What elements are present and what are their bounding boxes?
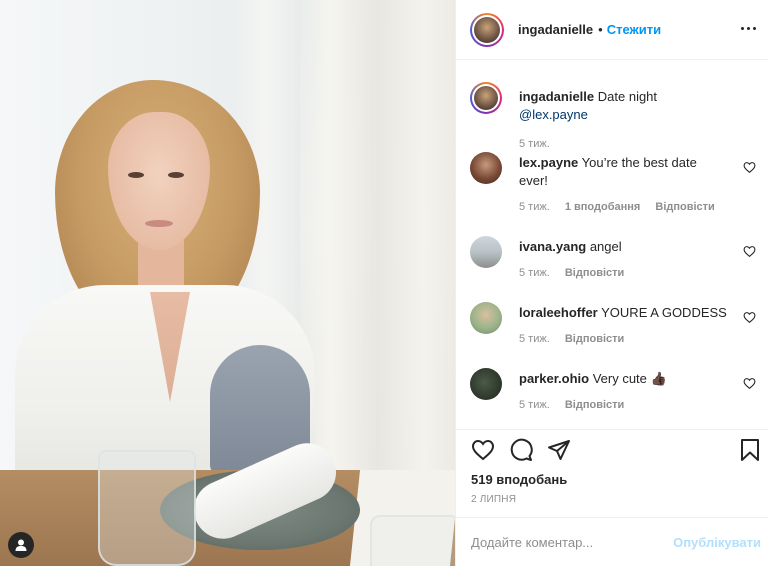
like-comment-heart-icon[interactable]	[743, 245, 756, 258]
commenter-avatar[interactable]	[470, 302, 502, 334]
comment-item: lex.payne You’re the best date ever! 5 т…	[470, 152, 760, 213]
post-header: ingadanielle • Стежити	[456, 0, 768, 60]
author-avatar[interactable]	[470, 12, 504, 47]
photo-subject-eye	[128, 172, 144, 178]
comment-text: parker.ohio Very cute 👍🏿	[519, 370, 729, 388]
publish-button[interactable]: Опублікувати	[673, 535, 761, 550]
commenter-avatar[interactable]	[470, 368, 502, 400]
comment-item: parker.ohio Very cute 👍🏿 5 тиж. Відповіс…	[470, 368, 760, 418]
comment-text: ivana.yang angel	[519, 238, 729, 256]
comment-item: ivana.yang angel 5 тиж. Відповісти	[470, 236, 760, 286]
comment-age[interactable]: 5 тиж.	[519, 267, 550, 279]
like-comment-heart-icon[interactable]	[743, 161, 756, 174]
separator-dot: •	[598, 22, 603, 37]
comment-meta: 5 тиж. Відповісти	[519, 399, 624, 411]
likes-count[interactable]: 519 вподобань	[471, 472, 567, 487]
photo-subject-eye	[168, 172, 184, 178]
reply-button[interactable]: Відповісти	[655, 201, 714, 213]
caption-body: Date night	[597, 89, 658, 104]
caption-meta: 5 тиж.	[519, 138, 562, 150]
avatar-image	[474, 86, 498, 110]
follow-button[interactable]: Стежити	[607, 22, 661, 37]
reply-button[interactable]: Відповісти	[565, 399, 624, 411]
comment-likes-count[interactable]: 1 вподобання	[565, 201, 640, 213]
photo-glass	[370, 515, 455, 566]
post-side-panel: ingadanielle • Стежити ingadanielle Date…	[455, 0, 768, 566]
comment-text: loraleehoffer YOURE A GODDESS	[519, 304, 729, 322]
reply-button[interactable]: Відповісти	[565, 333, 624, 345]
comment-body: angel	[589, 239, 622, 254]
photo-subject-lips	[145, 220, 173, 227]
comment-meta: 5 тиж. Відповісти	[519, 267, 624, 279]
comment-bubble-icon[interactable]	[509, 438, 533, 462]
author-avatar[interactable]	[470, 82, 502, 114]
comment-meta: 5 тиж. 1 вподобання Відповісти	[519, 201, 715, 213]
commenter-avatar[interactable]	[470, 152, 502, 184]
commenter-avatar[interactable]	[470, 236, 502, 268]
like-comment-heart-icon[interactable]	[743, 377, 756, 390]
comment-text: lex.payne You’re the best date ever!	[519, 154, 729, 190]
comment-item: loraleehoffer YOURE A GODDESS 5 тиж. Від…	[470, 302, 760, 352]
caption-mention-link[interactable]: @lex.payne	[519, 107, 588, 122]
comment-username[interactable]: parker.ohio	[519, 371, 589, 386]
comment-username[interactable]: ivana.yang	[519, 239, 586, 254]
comment-age[interactable]: 5 тиж.	[519, 399, 550, 411]
user-icon	[15, 539, 27, 551]
avatar-image	[474, 16, 500, 43]
author-username[interactable]: ingadanielle	[518, 22, 593, 37]
post-photo[interactable]	[0, 0, 455, 566]
post-date[interactable]: 2 ЛИПНЯ	[471, 494, 516, 505]
add-comment-bar: Додайте коментар... Опублікувати	[456, 517, 768, 566]
like-heart-icon[interactable]	[471, 438, 495, 462]
photo-curtain	[300, 0, 455, 470]
comment-age[interactable]: 5 тиж.	[519, 333, 550, 345]
comment-body: YOURE A GODDESS	[601, 305, 727, 320]
reply-button[interactable]: Відповісти	[565, 267, 624, 279]
comment-username[interactable]: loraleehoffer	[519, 305, 598, 320]
more-options-icon[interactable]	[737, 18, 759, 38]
save-bookmark-icon[interactable]	[738, 438, 762, 462]
caption-username[interactable]: ingadanielle	[519, 89, 594, 104]
caption-item: ingadanielle Date night @lex.payne 5 тиж…	[470, 82, 760, 150]
caption-text: ingadanielle Date night @lex.payne	[519, 88, 729, 124]
comment-username[interactable]: lex.payne	[519, 155, 578, 170]
photo-glass	[98, 450, 196, 566]
comment-input[interactable]: Додайте коментар...	[471, 535, 593, 550]
caption-age[interactable]: 5 тиж.	[519, 138, 550, 150]
comment-meta: 5 тиж. Відповісти	[519, 333, 624, 345]
post-actions: 519 вподобань 2 ЛИПНЯ	[456, 429, 768, 517]
comment-age[interactable]: 5 тиж.	[519, 201, 550, 213]
share-send-icon[interactable]	[547, 438, 571, 462]
tagged-user-icon[interactable]	[8, 532, 34, 558]
like-comment-heart-icon[interactable]	[743, 311, 756, 324]
comment-body: Very cute 👍🏿	[592, 371, 667, 386]
comments-list[interactable]: ingadanielle Date night @lex.payne 5 тиж…	[456, 61, 768, 429]
